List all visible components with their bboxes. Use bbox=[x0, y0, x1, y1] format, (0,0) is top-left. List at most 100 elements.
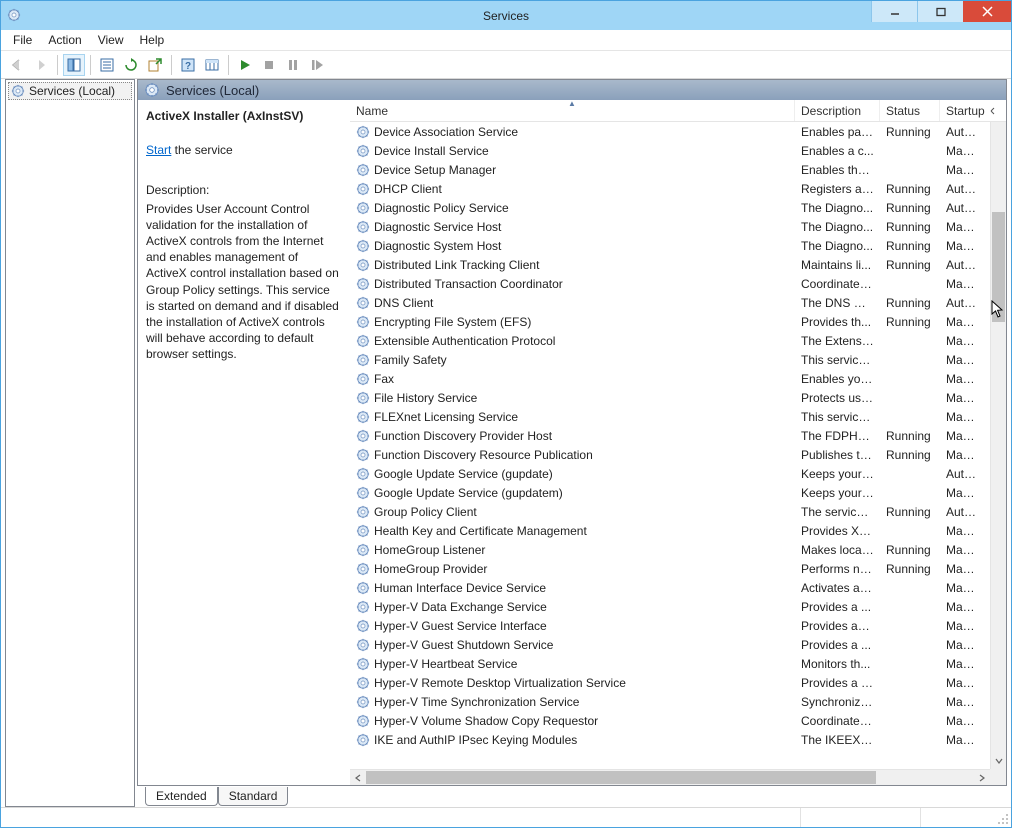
start-service-link[interactable]: Start bbox=[146, 143, 171, 157]
service-row[interactable]: Hyper-V Guest Service InterfaceProvides … bbox=[350, 616, 990, 635]
tree-item-services-local[interactable]: Services (Local) bbox=[8, 82, 132, 100]
service-row[interactable]: Device Setup ManagerEnables the ...Manua bbox=[350, 160, 990, 179]
service-name: Function Discovery Provider Host bbox=[374, 429, 552, 443]
scrollbar-thumb[interactable] bbox=[366, 771, 876, 784]
menu-action[interactable]: Action bbox=[40, 31, 89, 49]
show-hide-tree-button[interactable] bbox=[63, 54, 85, 76]
service-description: The Diagno... bbox=[795, 220, 880, 234]
service-name: Google Update Service (gupdatem) bbox=[374, 486, 563, 500]
tab-extended[interactable]: Extended bbox=[145, 787, 218, 806]
service-row[interactable]: Hyper-V Heartbeat ServiceMonitors th...M… bbox=[350, 654, 990, 673]
service-row[interactable]: Hyper-V Volume Shadow Copy RequestorCoor… bbox=[350, 711, 990, 730]
service-row[interactable]: Google Update Service (gupdate)Keeps you… bbox=[350, 464, 990, 483]
refresh-button[interactable] bbox=[120, 54, 142, 76]
horizontal-scrollbar[interactable] bbox=[350, 769, 990, 785]
service-row[interactable]: Extensible Authentication ProtocolThe Ex… bbox=[350, 331, 990, 350]
size-grip-icon[interactable] bbox=[997, 813, 1009, 825]
minimize-button[interactable] bbox=[871, 1, 917, 22]
service-startup: Autom bbox=[940, 201, 986, 215]
scroll-down-button[interactable] bbox=[991, 753, 1006, 769]
restart-service-button[interactable] bbox=[306, 54, 328, 76]
service-startup: Manua bbox=[940, 676, 986, 690]
service-name: Group Policy Client bbox=[374, 505, 477, 519]
service-description: Provides th... bbox=[795, 315, 880, 329]
forward-button[interactable] bbox=[30, 54, 52, 76]
service-row[interactable]: Distributed Link Tracking ClientMaintain… bbox=[350, 255, 990, 274]
service-description: The FDPHO... bbox=[795, 429, 880, 443]
service-row[interactable]: IKE and AuthIP IPsec Keying ModulesThe I… bbox=[350, 730, 990, 749]
service-description: Keeps your ... bbox=[795, 467, 880, 481]
sort-ascending-icon: ▲ bbox=[568, 100, 576, 108]
service-row[interactable]: Encrypting File System (EFS)Provides th.… bbox=[350, 312, 990, 331]
service-row[interactable]: File History ServiceProtects use...Manua bbox=[350, 388, 990, 407]
service-row[interactable]: Hyper-V Time Synchronization ServiceSync… bbox=[350, 692, 990, 711]
column-header-description[interactable]: Description bbox=[795, 100, 880, 121]
properties-button[interactable] bbox=[96, 54, 118, 76]
menu-help[interactable]: Help bbox=[132, 31, 173, 49]
service-status: Running bbox=[880, 239, 940, 253]
start-service-button[interactable] bbox=[234, 54, 256, 76]
column-header-status[interactable]: Status bbox=[880, 100, 940, 121]
close-button[interactable] bbox=[963, 1, 1011, 22]
columns-button[interactable] bbox=[201, 54, 223, 76]
service-status: Running bbox=[880, 562, 940, 576]
menu-view[interactable]: View bbox=[90, 31, 132, 49]
help-button[interactable]: ? bbox=[177, 54, 199, 76]
service-row[interactable]: Google Update Service (gupdatem)Keeps yo… bbox=[350, 483, 990, 502]
gear-icon bbox=[356, 676, 370, 690]
scroll-left-button[interactable] bbox=[350, 770, 366, 786]
gear-icon bbox=[356, 714, 370, 728]
gear-icon bbox=[356, 163, 370, 177]
service-name: Hyper-V Data Exchange Service bbox=[374, 600, 547, 614]
service-row[interactable]: Diagnostic Policy ServiceThe Diagno...Ru… bbox=[350, 198, 990, 217]
gear-icon bbox=[356, 600, 370, 614]
service-row[interactable]: Hyper-V Data Exchange ServiceProvides a … bbox=[350, 597, 990, 616]
service-row[interactable]: Function Discovery Provider Host The FDPH… bbox=[350, 426, 990, 445]
service-row[interactable]: Hyper-V Guest Shutdown ServiceProvides a… bbox=[350, 635, 990, 654]
service-startup: Manua bbox=[940, 239, 986, 253]
stop-service-button[interactable] bbox=[258, 54, 280, 76]
back-button[interactable] bbox=[6, 54, 28, 76]
service-row[interactable]: Group Policy ClientThe service ...Runnin… bbox=[350, 502, 990, 521]
service-row[interactable]: Device Association ServiceEnables pair..… bbox=[350, 122, 990, 141]
title-bar[interactable]: Services bbox=[1, 1, 1011, 30]
service-row[interactable]: Human Interface Device ServiceActivates … bbox=[350, 578, 990, 597]
console-tree[interactable]: Services (Local) bbox=[5, 79, 135, 807]
export-button[interactable] bbox=[144, 54, 166, 76]
scroll-right-button[interactable] bbox=[974, 770, 990, 786]
column-overflow-indicator[interactable] bbox=[986, 100, 1002, 121]
service-row[interactable]: FaxEnables you...Manua bbox=[350, 369, 990, 388]
vertical-scrollbar[interactable] bbox=[990, 122, 1006, 769]
service-description: The DNS Cli... bbox=[795, 296, 880, 310]
service-row[interactable]: HomeGroup ProviderPerforms ne...RunningM… bbox=[350, 559, 990, 578]
service-description: Registers an... bbox=[795, 182, 880, 196]
column-header-name[interactable]: Name ▲ bbox=[350, 100, 795, 121]
menu-file[interactable]: File bbox=[5, 31, 40, 49]
service-status: Running bbox=[880, 201, 940, 215]
service-list[interactable]: Device Association ServiceEnables pair..… bbox=[350, 122, 990, 769]
service-row[interactable]: Family SafetyThis service ...Manua bbox=[350, 350, 990, 369]
column-header-startup[interactable]: Startup bbox=[940, 100, 986, 121]
service-startup: Autom bbox=[940, 296, 986, 310]
service-row[interactable]: Diagnostic System HostThe Diagno...Runni… bbox=[350, 236, 990, 255]
service-row[interactable]: DHCP ClientRegisters an...RunningAutom bbox=[350, 179, 990, 198]
pause-service-button[interactable] bbox=[282, 54, 304, 76]
service-row[interactable]: DNS ClientThe DNS Cli...RunningAutom bbox=[350, 293, 990, 312]
service-row[interactable]: Health Key and Certificate ManagementPro… bbox=[350, 521, 990, 540]
service-startup: Manua bbox=[940, 334, 986, 348]
service-status: Running bbox=[880, 182, 940, 196]
scrollbar-thumb[interactable] bbox=[992, 212, 1005, 322]
service-row[interactable]: HomeGroup ListenerMakes local...RunningM… bbox=[350, 540, 990, 559]
view-tabs: Extended Standard bbox=[137, 785, 1007, 807]
gear-icon bbox=[356, 524, 370, 538]
service-description: Enables the ... bbox=[795, 163, 880, 177]
service-row[interactable]: FLEXnet Licensing ServiceThis service ..… bbox=[350, 407, 990, 426]
service-row[interactable]: Distributed Transaction CoordinatorCoord… bbox=[350, 274, 990, 293]
service-row[interactable]: Hyper-V Remote Desktop Virtualization Se… bbox=[350, 673, 990, 692]
tab-standard[interactable]: Standard bbox=[218, 787, 289, 806]
maximize-button[interactable] bbox=[917, 1, 963, 22]
service-status: Running bbox=[880, 296, 940, 310]
service-row[interactable]: Device Install ServiceEnables a c...Manu… bbox=[350, 141, 990, 160]
service-row[interactable]: Diagnostic Service HostThe Diagno...Runn… bbox=[350, 217, 990, 236]
service-row[interactable]: Function Discovery Resource PublicationP… bbox=[350, 445, 990, 464]
